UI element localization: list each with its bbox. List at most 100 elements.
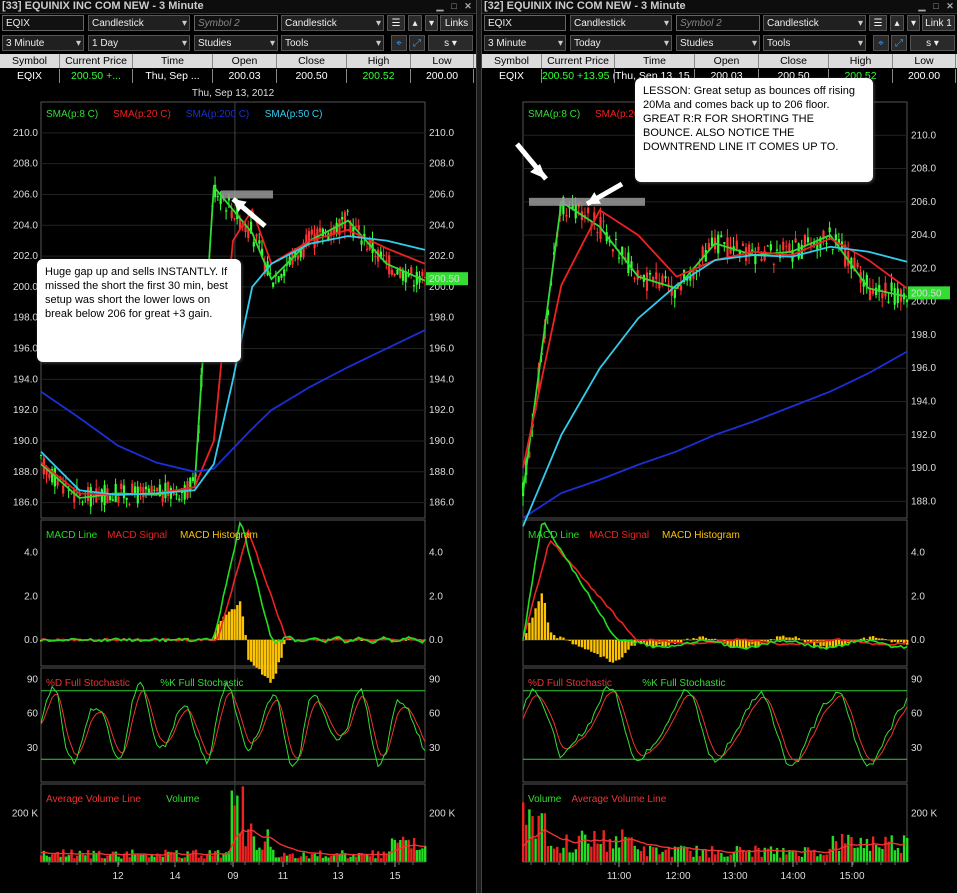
candle-body bbox=[645, 272, 649, 291]
price-tick-left: 202.0 bbox=[13, 251, 38, 262]
quote-header-6[interactable]: Low bbox=[411, 54, 474, 68]
window-titlebar[interactable]: [33] EQUINIX INC COM NEW - 3 Minute ▁ □ ✕ bbox=[0, 0, 476, 14]
x-tick-label: 15:00 bbox=[839, 871, 864, 882]
studies-select[interactable]: Studies bbox=[676, 35, 760, 51]
zoom-icon[interactable]: ⤢ bbox=[891, 35, 907, 51]
macd-hist-bar bbox=[878, 638, 881, 640]
minimize-icon[interactable]: ▁ bbox=[435, 1, 445, 11]
links-button[interactable]: Link 1 bbox=[922, 15, 955, 31]
volume-bar bbox=[822, 855, 825, 862]
quote-header-4[interactable]: Close bbox=[277, 54, 347, 68]
crosshair-icon[interactable]: ⌖ bbox=[873, 35, 889, 51]
chart-type2-value: Candlestick bbox=[767, 18, 819, 29]
chart-type-select[interactable]: Candlestick bbox=[88, 15, 190, 31]
macd-hist-bar bbox=[225, 614, 228, 640]
tools-select[interactable]: Tools bbox=[281, 35, 384, 51]
volume-tick-right: 200 K bbox=[429, 808, 455, 819]
candle-body bbox=[794, 238, 797, 243]
volume-legend-0: Volume bbox=[528, 794, 562, 805]
volume-bar bbox=[893, 850, 897, 862]
range-select[interactable]: Today bbox=[570, 35, 672, 51]
candle-body bbox=[122, 485, 126, 499]
chart-type-select[interactable]: Candlestick bbox=[570, 15, 672, 31]
macd-hist-bar bbox=[528, 622, 531, 640]
quote-header-0[interactable]: Symbol bbox=[0, 54, 60, 68]
quote-header-4[interactable]: Close bbox=[759, 54, 829, 68]
macd-hist-bar bbox=[686, 638, 689, 640]
list-icon[interactable]: ☰ bbox=[387, 15, 405, 31]
macd-hist-bar bbox=[274, 639, 278, 674]
interval-select[interactable]: 3 Minute bbox=[2, 35, 84, 51]
symbol-input[interactable]: EQIX bbox=[484, 15, 566, 31]
tools-select[interactable]: Tools bbox=[763, 35, 866, 51]
quote-header-6[interactable]: Low bbox=[893, 54, 956, 68]
minimize-icon[interactable]: ▁ bbox=[917, 1, 927, 11]
volume-tick-left: 200 K bbox=[12, 808, 38, 819]
zoom-icon[interactable]: ⤢ bbox=[409, 35, 425, 51]
macd-hist-bar bbox=[714, 638, 717, 640]
candle-body bbox=[775, 249, 779, 251]
quote-header-1[interactable]: Current Price bbox=[542, 54, 615, 68]
quote-header-3[interactable]: Open bbox=[213, 54, 277, 68]
quote-header-0[interactable]: Symbol bbox=[482, 54, 542, 68]
range-select[interactable]: 1 Day bbox=[88, 35, 190, 51]
maximize-icon[interactable]: □ bbox=[449, 1, 459, 11]
macd-hist-bar bbox=[890, 639, 893, 643]
volume-bar bbox=[618, 847, 621, 862]
crosshair-icon[interactable]: ⌖ bbox=[391, 35, 407, 51]
price-tick-left: 200.0 bbox=[13, 282, 38, 293]
x-tick-label: 12 bbox=[112, 871, 124, 882]
macd-hist-bar bbox=[404, 639, 408, 641]
chart-area[interactable]: 210.0208.0206.0204.0202.0200.0198.0196.0… bbox=[482, 84, 957, 893]
close-icon[interactable]: ✕ bbox=[945, 1, 955, 11]
symbol2-input[interactable]: Symbol 2 bbox=[194, 15, 278, 31]
macd-hist-bar bbox=[788, 637, 791, 640]
window-titlebar[interactable]: [32] EQUINIX INC COM NEW - 3 Minute ▁ □ ✕ bbox=[482, 0, 957, 14]
studies-select[interactable]: Studies bbox=[194, 35, 278, 51]
up-icon[interactable]: ▴ bbox=[890, 15, 904, 31]
close-icon[interactable]: ✕ bbox=[463, 1, 473, 11]
chart-type2-select[interactable]: Candlestick bbox=[281, 15, 384, 31]
volume-bar bbox=[794, 851, 797, 862]
volume-bar bbox=[751, 856, 754, 862]
macd-tick-left: 2.0 bbox=[24, 591, 38, 602]
quote-header-5[interactable]: High bbox=[829, 54, 893, 68]
quote-header-2[interactable]: Time bbox=[133, 54, 213, 68]
volume-bar bbox=[396, 842, 399, 862]
annotation-note[interactable]: Huge gap up and sells INSTANTLY. If miss… bbox=[37, 259, 241, 362]
chart-type2-select[interactable]: Candlestick bbox=[763, 15, 866, 31]
annotation-note[interactable]: LESSON: Great setup as bounces off risin… bbox=[635, 78, 873, 182]
chart-area[interactable]: Thu, Sep 13, 2012 210.0 210.0 208.0 208.0 206… bbox=[0, 84, 476, 893]
macd-hist-bar bbox=[887, 639, 890, 641]
chart-window-right: [32] EQUINIX INC COM NEW - 3 Minute ▁ □ ✕ … bbox=[481, 0, 957, 893]
links-button[interactable]: Links bbox=[440, 15, 473, 31]
volume-bar bbox=[84, 855, 87, 862]
up-icon[interactable]: ▴ bbox=[408, 15, 422, 31]
candle-body bbox=[396, 269, 399, 275]
volume-bar bbox=[120, 858, 123, 862]
symbol2-input[interactable]: Symbol 2 bbox=[676, 15, 760, 31]
symbol-input[interactable]: EQIX bbox=[2, 15, 84, 31]
x-tick-label: 12:00 bbox=[665, 871, 690, 882]
settings-select[interactable]: s ▾ bbox=[428, 35, 473, 51]
interval-value: 3 Minute bbox=[6, 38, 45, 49]
list-icon[interactable]: ☰ bbox=[869, 15, 887, 31]
candle-body bbox=[587, 207, 590, 214]
down-icon[interactable]: ▾ bbox=[425, 15, 438, 31]
macd-hist-bar bbox=[577, 639, 581, 647]
volume-bar bbox=[714, 854, 717, 862]
volume-bar bbox=[648, 845, 652, 862]
maximize-icon[interactable]: □ bbox=[931, 1, 941, 11]
down-icon[interactable]: ▾ bbox=[907, 15, 920, 31]
volume-bar bbox=[106, 855, 109, 862]
quote-header-3[interactable]: Open bbox=[695, 54, 759, 68]
volume-bar bbox=[111, 851, 115, 862]
quote-header-2[interactable]: Time bbox=[615, 54, 695, 68]
interval-select[interactable]: 3 Minute bbox=[484, 35, 566, 51]
settings-select[interactable]: s ▾ bbox=[910, 35, 955, 51]
quote-header-5[interactable]: High bbox=[347, 54, 411, 68]
quote-value-6: 200.00 bbox=[411, 69, 474, 83]
volume-bar bbox=[51, 854, 54, 862]
quote-header-1[interactable]: Current Price bbox=[60, 54, 133, 68]
candle-body bbox=[357, 225, 360, 230]
